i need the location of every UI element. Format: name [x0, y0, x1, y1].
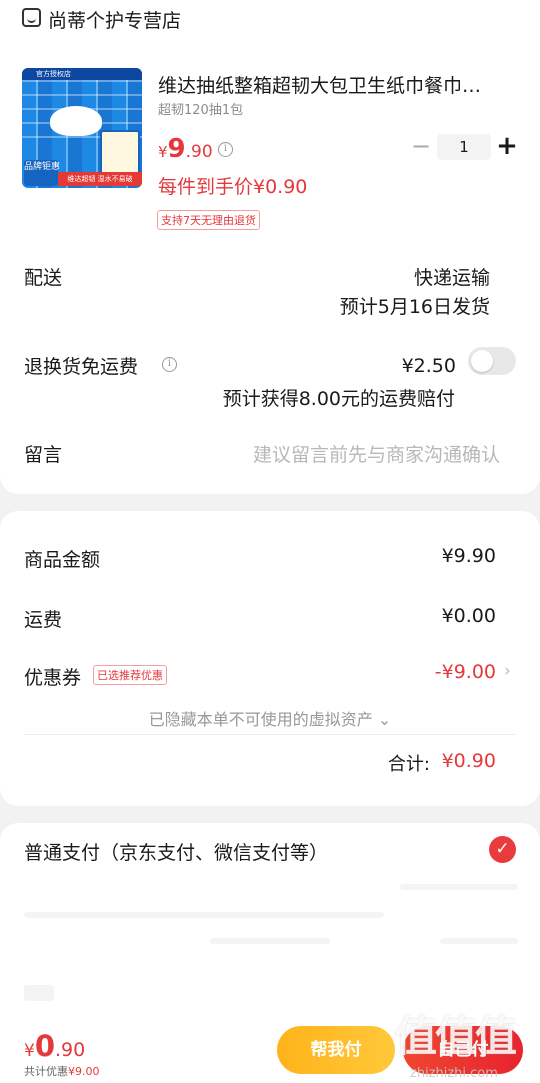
delivery-eta: 预计5月16日发货	[339, 296, 490, 318]
product-title[interactable]: 维达抽纸整箱超韧大包卫生纸巾餐巾…	[158, 71, 518, 98]
quantity-input[interactable]: 1	[437, 134, 491, 160]
faded-placeholder	[24, 985, 54, 1001]
price-integer: 9	[167, 134, 186, 164]
thumb-banner: 维达超韧 湿水不易破	[58, 172, 142, 186]
thumb-tissue-shape	[50, 106, 102, 136]
bottom-price-integer: 0	[34, 1029, 56, 1063]
price-currency: ¥	[158, 143, 168, 161]
hidden-assets-text: 已隐藏本单不可使用的虚拟资产	[148, 710, 373, 729]
return-shipping-price: ¥2.50	[401, 355, 456, 377]
price-decimal: .90	[185, 142, 213, 162]
delivery-method[interactable]: 快递运输	[414, 263, 490, 290]
bottom-total-price: ¥0.90	[24, 1029, 85, 1063]
total-value: ¥0.90	[441, 750, 496, 772]
store-icon	[22, 8, 41, 27]
bottom-price-currency: ¥	[24, 1041, 35, 1061]
faded-placeholder	[400, 884, 518, 890]
message-input[interactable]: 建议留言前先与商家沟通确认	[253, 440, 500, 467]
divider	[24, 734, 516, 735]
bottom-discount-label: 共计优惠	[24, 1065, 68, 1078]
faded-placeholder	[24, 912, 384, 918]
price-info-icon[interactable]: i	[218, 142, 233, 157]
bottom-price-decimal: .90	[55, 1039, 86, 1061]
watermark-logo: 值值值	[395, 1012, 517, 1061]
goods-amount-label: 商品金额	[24, 549, 101, 571]
thumb-store-tag: 官方授权店	[36, 70, 71, 78]
return-shipping-label: 退换货免运费	[24, 356, 139, 378]
total-label: 合计:	[387, 754, 430, 775]
checkmark-icon[interactable]: ✓	[489, 836, 516, 863]
help-me-pay-button[interactable]: 帮我付	[277, 1026, 395, 1074]
return-shipping-note: 预计获得8.00元的运费赔付	[222, 388, 455, 410]
goods-amount-value: ¥9.90	[441, 545, 496, 567]
chevron-right-icon[interactable]: ›	[504, 661, 511, 681]
chevron-down-icon: ⌄	[377, 710, 392, 729]
thumb-badge: 品牌钜惠	[24, 160, 60, 186]
freight-value: ¥0.00	[441, 605, 496, 627]
promo-price: 每件到手价¥0.90	[158, 176, 308, 198]
coupon-tag: 已选推荐优惠	[93, 665, 167, 685]
product-price: ¥9.90	[158, 134, 213, 164]
freight-label: 运费	[24, 609, 63, 631]
bottom-discount: 共计优惠¥9.00	[24, 1063, 100, 1079]
bottom-discount-value: ¥9.00	[68, 1065, 100, 1078]
watermark-url: zhizhizhi.com	[410, 1066, 498, 1081]
product-spec[interactable]: 超韧120抽1包	[158, 99, 243, 118]
message-label: 留言	[24, 444, 63, 466]
quantity-decrease-button[interactable]: −	[410, 134, 432, 160]
thumb-store-bar: 官方授权店	[22, 68, 142, 80]
return-shipping-toggle[interactable]	[468, 347, 516, 375]
return-policy-tag: 支持7天无理由退货	[157, 210, 260, 230]
quantity-increase-button[interactable]: +	[496, 132, 518, 160]
faded-placeholder	[440, 938, 518, 944]
thumb-pack-shape	[100, 130, 140, 178]
store-name[interactable]: 尚蒂个护专营店	[48, 6, 181, 33]
faded-placeholder	[210, 938, 330, 944]
return-shipping-info-icon[interactable]: i	[162, 357, 177, 372]
product-thumbnail[interactable]: 官方授权店 品牌钜惠 维达超韧 湿水不易破	[22, 68, 142, 188]
bottom-action-bar: ¥0.90 共计优惠¥9.00 帮我付 自己付 值值值 zhizhizhi.co…	[0, 1011, 540, 1083]
hidden-assets-toggle[interactable]: 已隐藏本单不可使用的虚拟资产 ⌄	[0, 706, 540, 730]
delivery-label: 配送	[24, 267, 63, 289]
coupon-value[interactable]: -¥9.00	[435, 661, 496, 683]
payment-method-label[interactable]: 普通支付（京东支付、微信支付等）	[24, 838, 328, 865]
coupon-label: 优惠券	[24, 667, 82, 689]
